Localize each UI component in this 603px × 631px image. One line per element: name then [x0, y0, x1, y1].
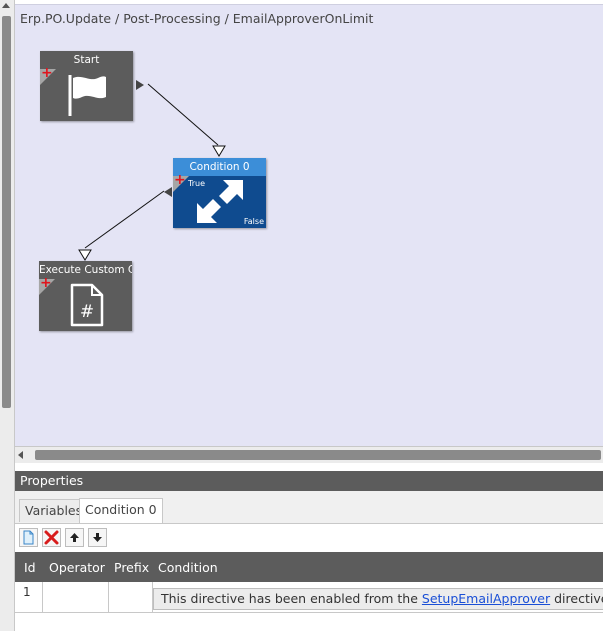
flag-icon [68, 75, 106, 116]
start-to-condition-arrowhead [212, 145, 226, 157]
start-node-title: Start [40, 51, 133, 69]
table-row[interactable]: 1 This directive has been enabled from t… [15, 582, 603, 613]
condition-node-title: Condition 0 [173, 158, 266, 176]
start-node[interactable]: Start + [40, 51, 133, 121]
false-label: False [243, 217, 264, 226]
vertical-scrollbar[interactable] [0, 0, 15, 631]
csharp-file-icon: # [70, 283, 104, 327]
properties-tabs: Variables Condition 0 [15, 491, 603, 524]
execute-node-title: Execute Custom Co [39, 261, 132, 279]
tab-condition-0[interactable]: Condition 0 [79, 498, 163, 523]
condition-text-prefix: This directive has been enabled from the [161, 591, 422, 606]
grid-toolbar [15, 524, 603, 551]
vertical-scroll-thumb[interactable] [2, 16, 11, 408]
condition-true-port[interactable] [164, 187, 172, 197]
scroll-left-arrow-icon[interactable] [18, 451, 23, 459]
condition-node[interactable]: Condition 0 + True False [173, 158, 266, 228]
move-down-button[interactable] [88, 528, 107, 547]
grid-header: Id Operator Prefix Condition [15, 552, 603, 582]
cell-prefix[interactable] [109, 582, 153, 612]
new-row-button[interactable] [19, 528, 38, 547]
delete-row-button[interactable] [42, 528, 61, 547]
column-header-id[interactable]: Id [24, 560, 36, 575]
setup-email-approver-link[interactable]: SetupEmailApprover [422, 591, 550, 606]
column-header-operator[interactable]: Operator [49, 560, 105, 575]
row-id: 1 [23, 585, 31, 599]
condition-field[interactable]: This directive has been enabled from the… [153, 588, 603, 610]
move-up-button[interactable] [65, 528, 84, 547]
move-up-icon [70, 533, 79, 542]
horizontal-scrollbar[interactable] [15, 446, 603, 463]
execute-custom-code-node[interactable]: Execute Custom Co + # [39, 261, 132, 331]
column-header-condition[interactable]: Condition [158, 560, 218, 575]
new-row-icon [23, 530, 34, 545]
workflow-canvas[interactable]: Erp.PO.Update / Post-Processing / EmailA… [15, 4, 603, 447]
cell-operator[interactable] [43, 582, 109, 612]
cell-id[interactable]: 1 [15, 582, 43, 612]
properties-title: Properties [15, 471, 603, 491]
column-header-prefix[interactable]: Prefix [114, 560, 149, 575]
delete-icon [44, 530, 59, 545]
condition-to-execute-arrowhead [78, 249, 92, 261]
start-to-condition-line [147, 83, 219, 146]
scroll-up-arrow-icon[interactable] [2, 3, 10, 8]
move-down-icon [93, 533, 102, 542]
start-output-port[interactable] [136, 80, 144, 90]
condition-text-suffix: directive [550, 591, 603, 606]
condition-to-execute-line [84, 190, 165, 249]
horizontal-scroll-thumb[interactable] [35, 450, 601, 460]
svg-text:#: # [80, 302, 94, 322]
tab-variables[interactable]: Variables [19, 499, 89, 522]
